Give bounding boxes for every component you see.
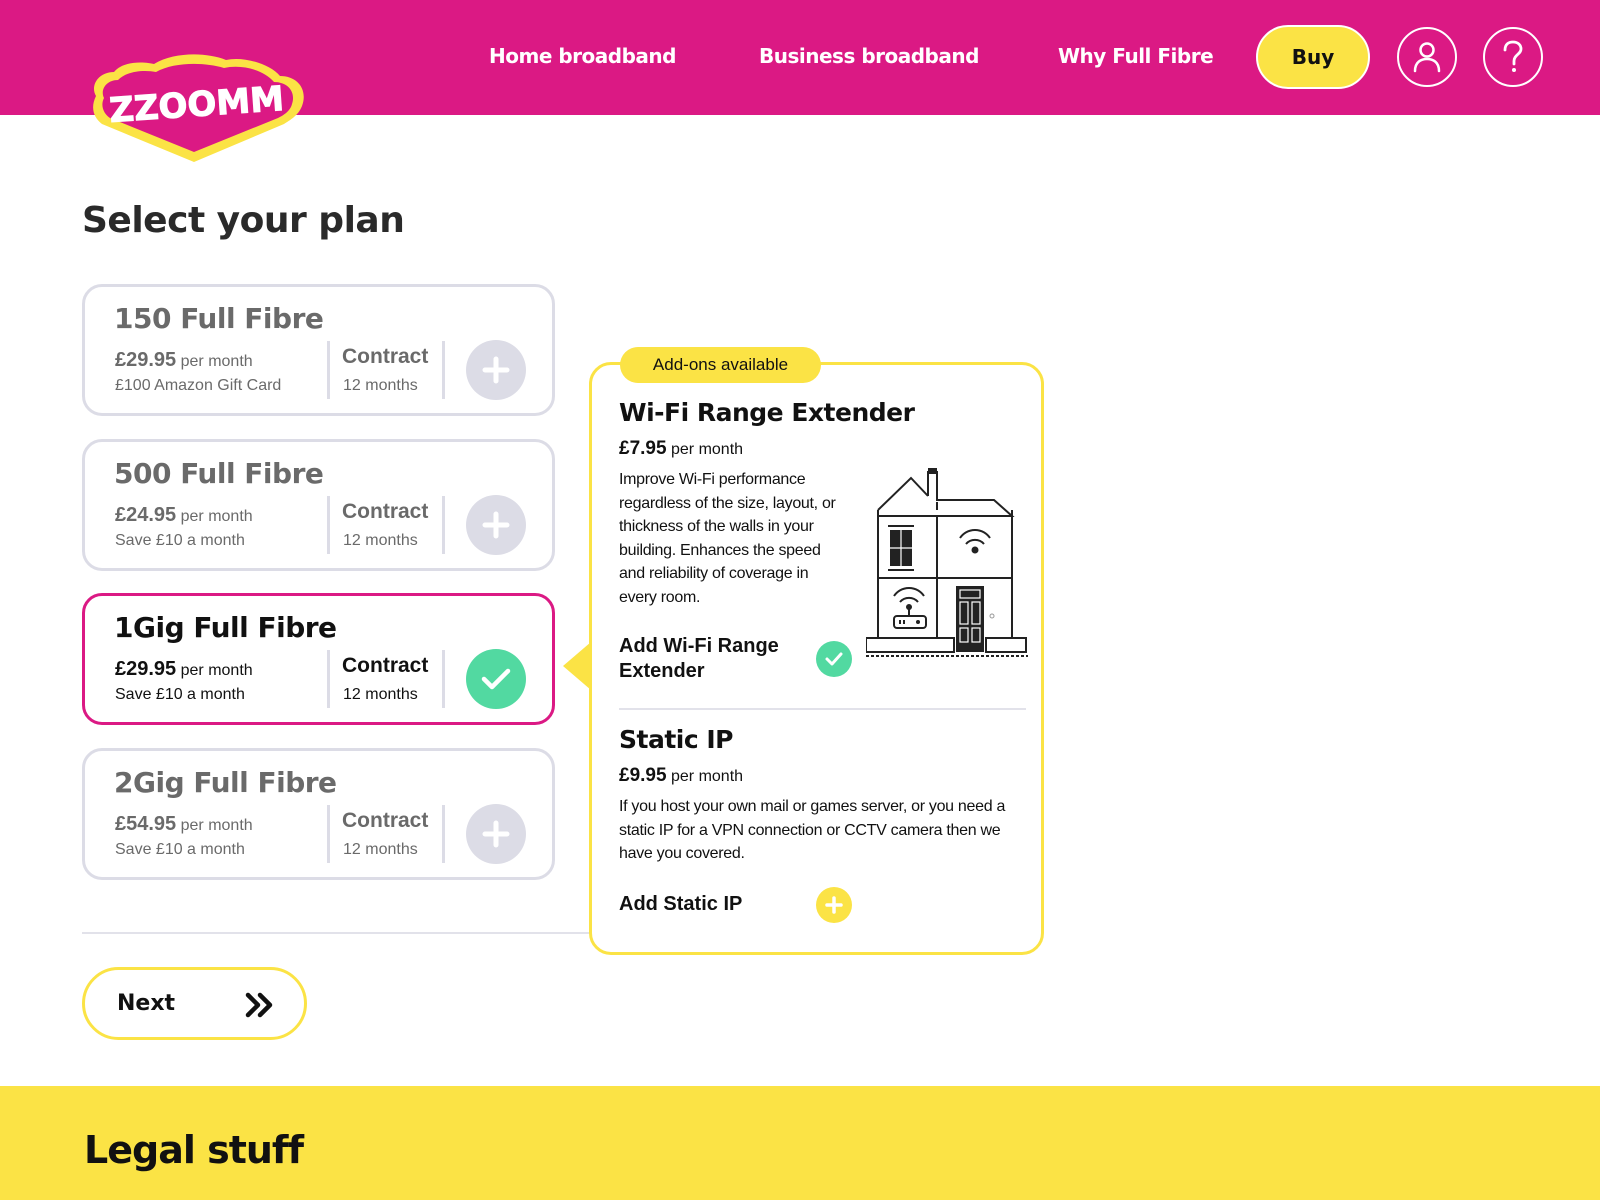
plus-icon xyxy=(482,820,510,848)
price-unit: per month xyxy=(180,353,253,370)
contract-label: Contract xyxy=(342,345,429,368)
plan-name: 1Gig Full Fibre xyxy=(114,611,337,644)
add-static-ip-label: Add Static IP xyxy=(619,893,743,915)
footer-title: Legal stuff xyxy=(84,1128,304,1172)
select-plan-button[interactable] xyxy=(466,340,526,400)
addon-price-static-ip: £9.95 per month xyxy=(619,765,743,787)
contract-label: Contract xyxy=(342,809,429,832)
price-amount: £54.95 xyxy=(115,813,177,835)
account-button[interactable] xyxy=(1397,27,1457,87)
contract-value: 12 months xyxy=(343,841,418,858)
footer: Legal stuff xyxy=(0,1086,1600,1200)
contract-label: Contract xyxy=(342,654,429,677)
plan-price: £29.95 per month xyxy=(115,658,253,681)
section-divider xyxy=(82,932,589,934)
divider xyxy=(327,650,330,708)
buy-button[interactable]: Buy xyxy=(1256,25,1370,89)
addon-title-static-ip: Static IP xyxy=(619,725,734,754)
selected-plan-check-button[interactable] xyxy=(466,649,526,709)
user-icon xyxy=(1413,42,1441,73)
plan-note: Save £10 a month xyxy=(115,686,245,703)
plan-note: £100 Amazon Gift Card xyxy=(115,377,282,394)
contract-label: Contract xyxy=(342,500,429,523)
divider xyxy=(327,805,330,863)
wifi-extender-toggle[interactable] xyxy=(816,641,852,677)
plan-card-1gig[interactable]: 1Gig Full Fibre £29.95 per month Save £1… xyxy=(82,593,555,725)
house-illustration xyxy=(866,468,1028,657)
checkmark-icon xyxy=(481,668,511,690)
price-unit: per month xyxy=(180,662,253,679)
plan-note: Save £10 a month xyxy=(115,532,245,549)
addon-divider xyxy=(619,708,1026,710)
divider xyxy=(442,341,445,399)
plan-card-500[interactable]: 500 Full Fibre £24.95 per month Save £10… xyxy=(82,439,555,571)
divider xyxy=(442,650,445,708)
addon-title-wifi-extender: Wi-Fi Range Extender xyxy=(619,398,915,427)
addons-badge: Add-ons available xyxy=(620,347,821,383)
contract-value: 12 months xyxy=(343,377,418,394)
price-unit: per month xyxy=(671,768,744,785)
add-wifi-extender-label: Add Wi-Fi Range Extender xyxy=(619,635,779,682)
help-button[interactable] xyxy=(1483,27,1543,87)
select-plan-button[interactable] xyxy=(466,495,526,555)
select-plan-button[interactable] xyxy=(466,804,526,864)
next-button[interactable]: Next xyxy=(82,967,307,1040)
price-amount: £9.95 xyxy=(619,765,667,786)
divider xyxy=(442,805,445,863)
contract-value: 12 months xyxy=(343,532,418,549)
plan-card-2gig[interactable]: 2Gig Full Fibre £54.95 per month Save £1… xyxy=(82,748,555,880)
addon-price-wifi-extender: £7.95 per month xyxy=(619,438,743,460)
divider xyxy=(442,496,445,554)
nav-business-broadband[interactable]: Business broadband xyxy=(759,44,979,68)
nav-why-full-fibre[interactable]: Why Full Fibre xyxy=(1058,44,1214,68)
plan-name: 2Gig Full Fibre xyxy=(114,766,337,799)
plan-price: £54.95 per month xyxy=(115,813,253,836)
addon-description-static-ip: If you host your own mail or games serve… xyxy=(619,798,1006,862)
plus-icon xyxy=(482,356,510,384)
plan-name: 500 Full Fibre xyxy=(114,457,324,490)
plan-card-150[interactable]: 150 Full Fibre £29.95 per month £100 Ama… xyxy=(82,284,555,416)
divider xyxy=(327,341,330,399)
plan-note: Save £10 a month xyxy=(115,841,245,858)
price-unit: per month xyxy=(671,441,744,458)
price-amount: £29.95 xyxy=(115,349,177,371)
price-unit: per month xyxy=(180,817,253,834)
price-unit: per month xyxy=(180,508,253,525)
plus-icon xyxy=(825,896,843,914)
plan-price: £24.95 per month xyxy=(115,504,253,527)
price-amount: £7.95 xyxy=(619,438,667,459)
plan-name: 150 Full Fibre xyxy=(114,302,324,335)
contract-value: 12 months xyxy=(343,686,418,703)
addon-description-wifi-extender: Improve Wi-Fi performance regardless of … xyxy=(619,471,836,606)
nav-home-broadband[interactable]: Home broadband xyxy=(489,44,676,68)
price-amount: £24.95 xyxy=(115,504,177,526)
plan-price: £29.95 per month xyxy=(115,349,253,372)
price-amount: £29.95 xyxy=(115,658,177,680)
divider xyxy=(327,496,330,554)
double-chevron-right-icon xyxy=(245,992,273,1018)
next-label: Next xyxy=(117,991,176,1016)
plus-icon xyxy=(482,511,510,539)
help-icon xyxy=(1503,40,1523,72)
static-ip-toggle[interactable] xyxy=(816,887,852,923)
zzoomm-logo[interactable]: ZZOOMM xyxy=(84,50,310,166)
page-title: Select your plan xyxy=(82,200,405,241)
addons-pointer xyxy=(563,642,591,690)
checkmark-icon xyxy=(825,652,843,666)
